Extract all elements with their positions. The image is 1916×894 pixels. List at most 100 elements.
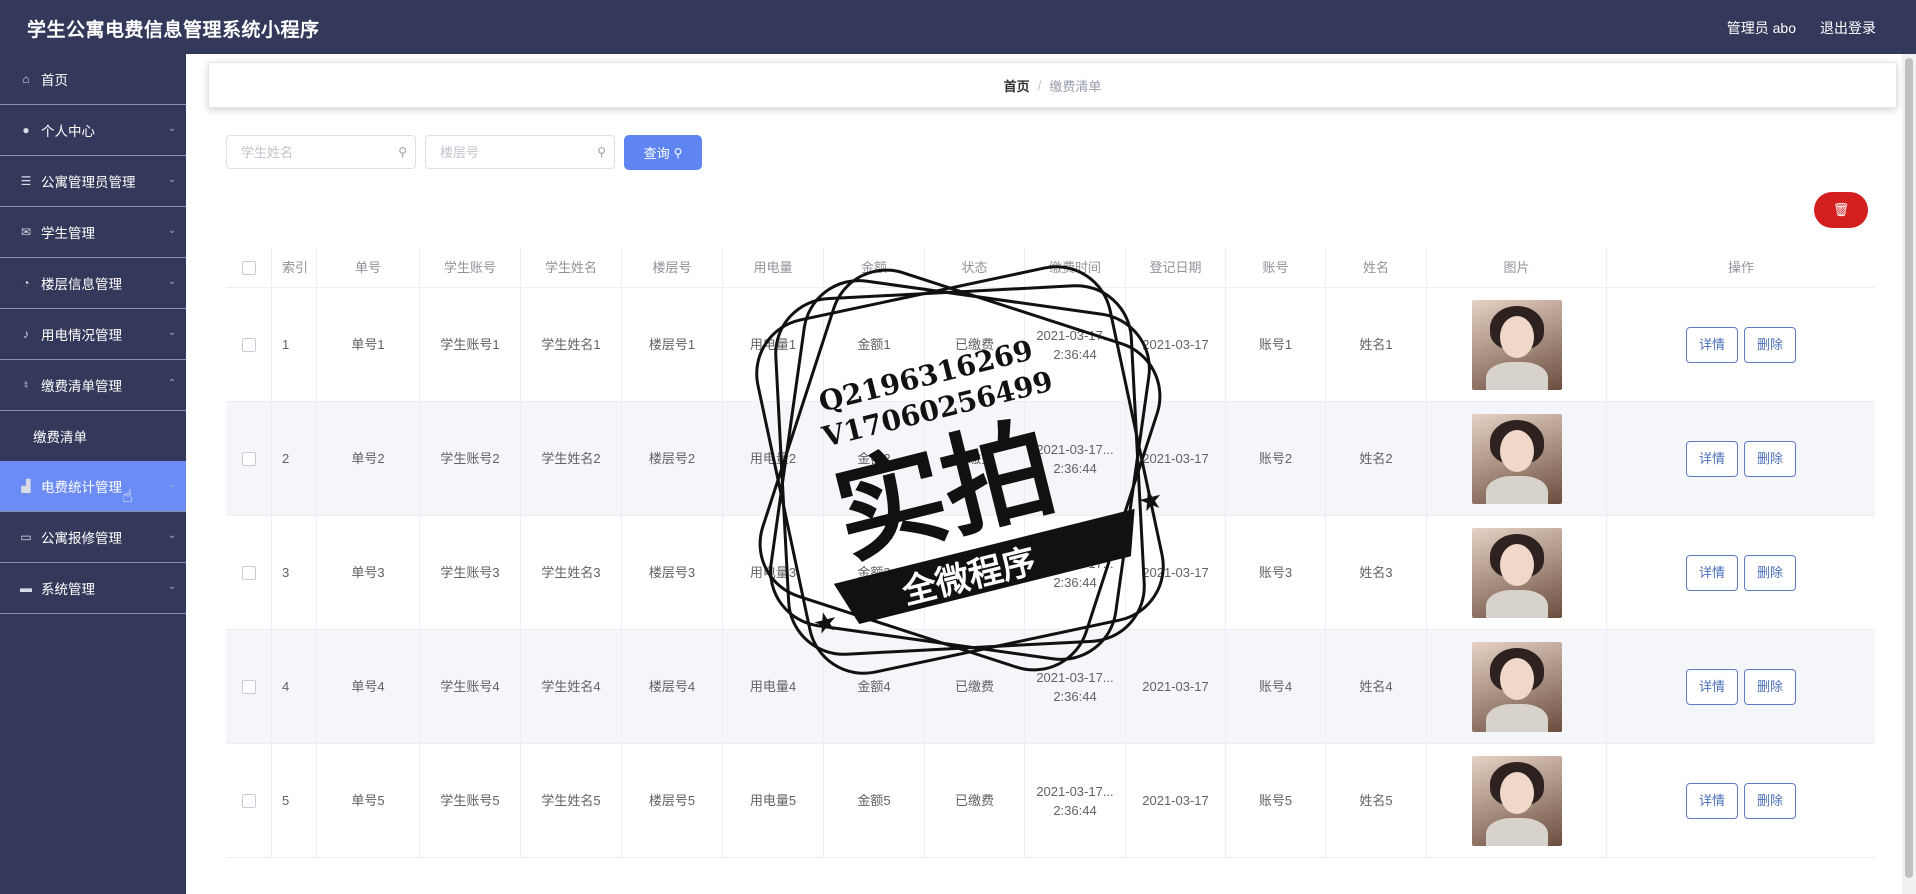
cell-usage: 用电量5 bbox=[723, 744, 824, 857]
cell-pay-time: 2021-03-17... 2:36:44 bbox=[1025, 402, 1126, 515]
cell-pay-time: 2021-03-17... 2:36:44 bbox=[1025, 630, 1126, 743]
row-checkbox[interactable] bbox=[241, 793, 256, 808]
student-name-search[interactable]: ⚲ bbox=[226, 135, 416, 169]
sidebar-item-system[interactable]: ▬ 系统管理 ⌄ bbox=[0, 563, 186, 614]
cell-index: 5 bbox=[272, 744, 317, 857]
row-checkbox[interactable] bbox=[241, 337, 256, 352]
cell-index: 4 bbox=[272, 630, 317, 743]
table-row: 4 单号4 学生账号4 学生姓名4 楼层号4 用电量4 金额4 已缴费 2021-03-17..… bbox=[226, 630, 1875, 744]
sidebar-item-apartment-admin[interactable]: ☰ 公寓管理员管理 ⌄ bbox=[0, 156, 186, 207]
app-title: 学生公寓电费信息管理系统小程序 bbox=[27, 20, 320, 41]
cell-usage: 用电量3 bbox=[723, 516, 824, 629]
cell-floor: 楼层号2 bbox=[622, 402, 723, 515]
page-scrollbar[interactable] bbox=[1902, 54, 1916, 894]
student-photo bbox=[1471, 527, 1562, 618]
batch-delete-button[interactable]: 🗑 bbox=[1814, 192, 1868, 228]
cell-order: 单号3 bbox=[317, 516, 420, 629]
column-header: 索引 bbox=[272, 248, 317, 287]
sidebar-item-repair[interactable]: ▭ 公寓报修管理 ⌄ bbox=[0, 512, 186, 563]
scroll-thumb[interactable] bbox=[1905, 58, 1913, 878]
sidebar-item-usage[interactable]: ♪ 用电情况管理 ⌄ bbox=[0, 309, 186, 360]
student-photo bbox=[1471, 299, 1562, 390]
sidebar-item-profile[interactable]: ● 个人中心 ⌄ bbox=[0, 105, 186, 156]
cell-order: 单号4 bbox=[317, 630, 420, 743]
sidebar-item-label: 缴费清单管理 bbox=[41, 379, 122, 394]
query-button[interactable]: 查询 ⚲ bbox=[624, 135, 702, 170]
sidebar-item-home[interactable]: ⌂ 首页 bbox=[0, 54, 186, 105]
table-body: 1 单号1 学生账号1 学生姓名1 楼层号1 用电量1 金额1 已缴费 2021-03-17..… bbox=[226, 288, 1875, 858]
floor-input[interactable] bbox=[438, 143, 592, 161]
cell-reg-date: 2021-03-17 bbox=[1126, 516, 1226, 629]
cell-reg-date: 2021-03-17 bbox=[1126, 744, 1226, 857]
hand-cursor-icon: ☝ bbox=[122, 486, 133, 506]
sidebar-item-fee-stats[interactable]: ▟ 电费统计管理 ⌄ bbox=[0, 461, 186, 512]
table-row: 5 单号5 学生账号5 学生姓名5 楼层号5 用电量5 金额5 已缴费 2021-03-17..… bbox=[226, 744, 1875, 858]
cell-person: 姓名2 bbox=[1326, 402, 1427, 515]
column-header: 图片 bbox=[1427, 248, 1607, 287]
cell-name: 学生姓名1 bbox=[521, 288, 622, 401]
sidebar: ⌂ 首页 ● 个人中心 ⌄ ☰ 公寓管理员管理 ⌄ ✉ 学生管理 ⌄ ◔ 楼层信… bbox=[0, 54, 186, 894]
delete-button[interactable]: 删除 bbox=[1744, 782, 1797, 819]
detail-button[interactable]: 详情 bbox=[1685, 440, 1738, 477]
cell-index: 2 bbox=[272, 402, 317, 515]
detail-button[interactable]: 详情 bbox=[1685, 326, 1738, 363]
column-header: 缴费时间 bbox=[1025, 248, 1126, 287]
column-header: 账号 bbox=[1226, 248, 1326, 287]
chevron-down-icon: ⌄ bbox=[167, 225, 176, 236]
select-all-checkbox[interactable] bbox=[241, 260, 256, 275]
logout-link[interactable]: 退出登录 bbox=[1820, 18, 1876, 38]
delete-button[interactable]: 删除 bbox=[1744, 326, 1797, 363]
column-header: 状态 bbox=[925, 248, 1025, 287]
cell-account: 学生账号4 bbox=[420, 630, 521, 743]
cell-image bbox=[1427, 402, 1607, 515]
chevron-down-icon: ⌄ bbox=[167, 123, 176, 134]
student-photo bbox=[1471, 755, 1562, 846]
cell-status: 已缴费 bbox=[925, 516, 1025, 629]
sidebar-subitem-payment-list[interactable]: 缴费清单 bbox=[0, 411, 186, 461]
detail-button[interactable]: 详情 bbox=[1685, 782, 1738, 819]
breadcrumb-home[interactable]: 首页 bbox=[1004, 76, 1030, 95]
chevron-down-icon: ⌄ bbox=[167, 174, 176, 185]
sidebar-item-label: 系统管理 bbox=[41, 582, 95, 597]
cell-order: 单号5 bbox=[317, 744, 420, 857]
row-checkbox[interactable] bbox=[241, 451, 256, 466]
delete-button[interactable]: 删除 bbox=[1744, 668, 1797, 705]
cell-pay-time: 2021-03-17... 2:36:44 bbox=[1025, 288, 1126, 401]
chevron-down-icon: ⌄ bbox=[167, 581, 176, 592]
cell-actions: 详情 删除 bbox=[1607, 630, 1875, 743]
cell-name: 学生姓名5 bbox=[521, 744, 622, 857]
detail-button[interactable]: 详情 bbox=[1685, 668, 1738, 705]
delete-button[interactable]: 删除 bbox=[1744, 440, 1797, 477]
detail-button[interactable]: 详情 bbox=[1685, 554, 1738, 591]
row-checkbox[interactable] bbox=[241, 565, 256, 580]
student-name-input[interactable] bbox=[239, 143, 393, 161]
gauge-icon: ◔ bbox=[22, 276, 30, 290]
cell-image bbox=[1427, 744, 1607, 857]
cell-amount: 金额2 bbox=[824, 402, 925, 515]
cell-image bbox=[1427, 630, 1607, 743]
top-header: 学生公寓电费信息管理系统小程序 管理员 abo 退出登录 bbox=[0, 0, 1916, 54]
select-all-cell bbox=[226, 248, 272, 287]
floor-search[interactable]: ⚲ bbox=[425, 135, 615, 169]
sidebar-item-floors[interactable]: ◔ 楼层信息管理 ⌄ bbox=[0, 258, 186, 309]
trash-icon: 🗑 bbox=[1832, 202, 1850, 217]
sidebar-item-label: 公寓报修管理 bbox=[41, 531, 122, 546]
cell-person: 姓名1 bbox=[1326, 288, 1427, 401]
search-icon: ⚲ bbox=[673, 145, 683, 160]
column-header: 学生姓名 bbox=[521, 248, 622, 287]
cell-amount: 金额4 bbox=[824, 630, 925, 743]
sidebar-item-students[interactable]: ✉ 学生管理 ⌄ bbox=[0, 207, 186, 258]
cell-reg-date: 2021-03-17 bbox=[1126, 288, 1226, 401]
cell-order: 单号1 bbox=[317, 288, 420, 401]
cell-name: 学生姓名2 bbox=[521, 402, 622, 515]
cell-pay-time: 2021-03-17... 2:36:44 bbox=[1025, 516, 1126, 629]
row-checkbox[interactable] bbox=[241, 679, 256, 694]
student-photo bbox=[1471, 641, 1562, 732]
table-row: 3 单号3 学生账号3 学生姓名3 楼层号3 用电量3 金额3 已缴费 2021-03-17..… bbox=[226, 516, 1875, 630]
chevron-down-icon: ⌄ bbox=[167, 479, 176, 490]
delete-button[interactable]: 删除 bbox=[1744, 554, 1797, 591]
cell-status: 已缴费 bbox=[925, 744, 1025, 857]
sidebar-item-payment[interactable]: ♮ 缴费清单管理 ⌃ bbox=[0, 360, 186, 411]
cell-status: 已缴费 bbox=[925, 288, 1025, 401]
cell-name: 学生姓名3 bbox=[521, 516, 622, 629]
